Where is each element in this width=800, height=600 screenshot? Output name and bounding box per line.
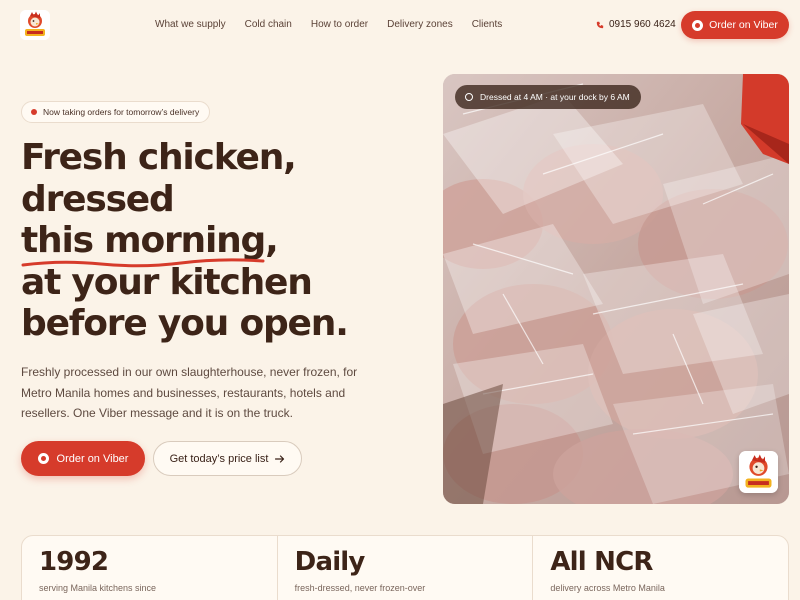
status-dot-icon: [31, 109, 37, 115]
hero-headline: Fresh chicken, dressed this morning, at …: [21, 137, 421, 345]
order-on-viber-nav-label: Order on Viber: [709, 19, 778, 31]
headline-line-1: Fresh chicken,: [21, 137, 297, 178]
stats-bar: 1992 serving Manila kitchens since Daily…: [21, 535, 789, 600]
order-on-viber-nav-button[interactable]: Order on Viber: [681, 11, 789, 39]
stat-frequency: Daily fresh-dressed, never frozen-over: [278, 536, 534, 600]
snowflake-icon: [465, 93, 473, 101]
stat-label: delivery across Metro Manila: [550, 583, 665, 593]
nav-link-cold-chain[interactable]: Cold chain: [245, 19, 292, 30]
rooster-logo-icon[interactable]: [20, 10, 50, 40]
arrow-right-icon: [275, 454, 285, 463]
phone-number: 0915 960 4624: [609, 19, 676, 30]
nav-link-how-to-order[interactable]: How to order: [311, 19, 368, 30]
order-on-viber-button[interactable]: Order on Viber: [21, 441, 145, 476]
stat-value: 1992: [39, 547, 109, 577]
hero-photo-chicken-bags: Dressed at 4 AM · at your dock by 6 AM: [443, 74, 789, 504]
stat-since: 1992 serving Manila kitchens since: [22, 536, 278, 600]
order-on-viber-label: Order on Viber: [56, 452, 129, 465]
squiggle-underline: [21, 258, 265, 268]
availability-badge: Now taking orders for tomorrow’s deliver…: [21, 101, 211, 123]
stat-label: fresh-dressed, never frozen-over: [294, 583, 426, 593]
headline-line-3: this morning,: [21, 220, 279, 261]
headline-line-5: before you open.: [21, 303, 349, 344]
stat-value: All NCR: [550, 547, 653, 577]
phone-icon: [596, 21, 604, 28]
delivery-time-chip-text: Dressed at 4 AM · at your dock by 6 AM: [480, 92, 630, 102]
nav-links: What we supply Cold chain How to order D…: [155, 19, 521, 30]
price-list-button[interactable]: Get today’s price list: [153, 441, 302, 476]
headline-underline-group: this morning,: [21, 220, 279, 268]
stat-coverage: All NCR delivery across Metro Manila: [533, 536, 788, 600]
rooster-badge-icon: [739, 451, 778, 493]
nav-link-delivery-zones[interactable]: Delivery zones: [387, 19, 453, 30]
availability-badge-text: Now taking orders for tomorrow’s deliver…: [43, 107, 200, 117]
viber-icon: [692, 19, 704, 31]
delivery-time-chip: Dressed at 4 AM · at your dock by 6 AM: [455, 85, 641, 109]
top-nav: What we supply Cold chain How to order D…: [0, 0, 800, 50]
hero-description: Freshly processed in our own slaughterho…: [21, 365, 358, 420]
stat-value: Daily: [294, 547, 366, 577]
nav-link-clients[interactable]: Clients: [472, 19, 503, 30]
stat-label: serving Manila kitchens since: [39, 583, 157, 593]
headline-line-2: dressed: [21, 178, 175, 220]
nav-link-what-we-supply[interactable]: What we supply: [155, 19, 226, 30]
phone-link[interactable]: 0915 960 4624: [596, 19, 676, 30]
price-list-label: Get today’s price list: [169, 452, 269, 465]
viber-icon: [37, 453, 49, 464]
